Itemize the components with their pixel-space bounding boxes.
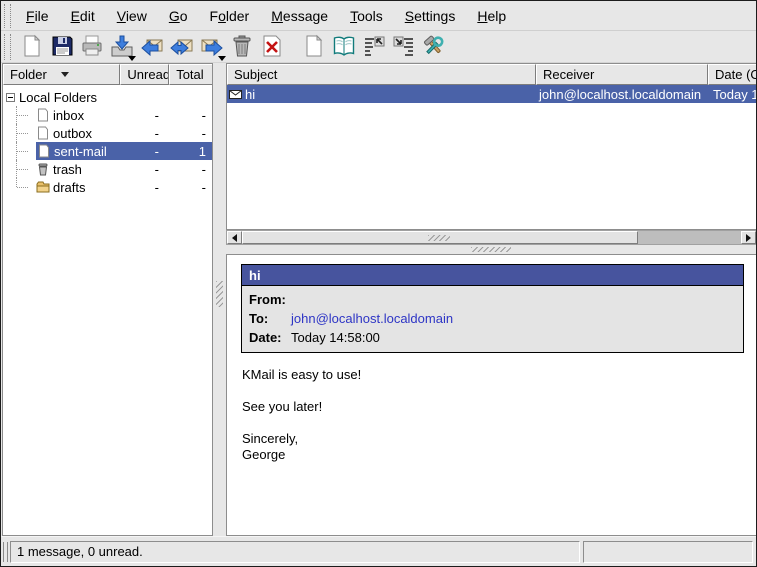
horizontal-splitter[interactable] <box>226 245 757 254</box>
date-column-header[interactable]: Date (O <box>708 64 757 85</box>
folder-list-header: Folder Unread Total <box>3 64 212 85</box>
list-arrow-in-button[interactable] <box>389 33 419 61</box>
page-icon <box>36 126 50 140</box>
scroll-left-button[interactable] <box>227 231 242 244</box>
arrow-left-icon <box>232 234 237 242</box>
message-header-box: hi From: To:john@localhost.localdomain D… <box>241 264 744 353</box>
print-icon <box>80 34 104 61</box>
kmail-window: File Edit View Go Folder Message Tools S… <box>0 0 757 567</box>
folder-icon <box>36 180 50 194</box>
check-mail-button[interactable] <box>107 33 137 61</box>
to-label: To: <box>242 309 291 328</box>
date-value: Today 14:58:00 <box>291 328 380 347</box>
folder-row-drafts[interactable]: drafts - - <box>3 178 212 196</box>
menu-tools[interactable]: Tools <box>339 2 394 30</box>
receiver-column-header[interactable]: Receiver <box>536 64 708 85</box>
list-arrow-out-icon <box>362 34 386 61</box>
page-icon <box>36 108 50 122</box>
list-arrow-out-button[interactable] <box>359 33 389 61</box>
folder-pane: Folder Unread Total Local Folders inbox … <box>2 63 213 536</box>
menu-settings[interactable]: Settings <box>394 2 467 30</box>
menu-folder[interactable]: Folder <box>199 2 261 30</box>
status-secondary <box>583 541 753 563</box>
trash-icon <box>36 162 50 176</box>
folder-tree: Local Folders inbox - - outbox - - sent-… <box>3 85 212 196</box>
envelope-icon <box>229 89 242 100</box>
address-book-button[interactable] <box>329 33 359 61</box>
horizontal-scrollbar[interactable] <box>226 230 757 245</box>
new-message-button[interactable] <box>17 33 47 61</box>
reply-all-icon <box>170 34 194 61</box>
menu-edit[interactable]: Edit <box>60 2 106 30</box>
sort-arrow-icon <box>61 72 69 77</box>
folder-row-inbox[interactable]: inbox - - <box>3 106 212 124</box>
check-mail-dropdown-caret[interactable] <box>128 56 136 61</box>
save-icon <box>50 34 74 61</box>
message-subject-title: hi <box>242 265 743 286</box>
vertical-splitter[interactable] <box>213 63 226 536</box>
reply-button[interactable] <box>137 33 167 61</box>
list-arrow-in-icon <box>392 34 416 61</box>
menu-help[interactable]: Help <box>466 2 517 30</box>
configure-icon <box>422 34 446 61</box>
menu-file[interactable]: File <box>15 2 60 30</box>
delete-button[interactable] <box>257 33 287 61</box>
delete-icon <box>260 34 284 61</box>
menu-view[interactable]: View <box>106 2 158 30</box>
to-address-link[interactable]: john@localhost.localdomain <box>291 309 453 328</box>
message-preview-pane: hi From: To:john@localhost.localdomain D… <box>226 254 757 536</box>
folder-column-header[interactable]: Folder <box>3 64 120 85</box>
move-to-trash-button[interactable] <box>227 33 257 61</box>
new-note-button[interactable] <box>299 33 329 61</box>
from-label: From: <box>242 290 291 309</box>
main-toolbar <box>1 32 756 63</box>
statusbar-grip[interactable] <box>3 542 8 562</box>
splitter-grip[interactable] <box>216 281 223 307</box>
folder-row-trash[interactable]: trash - - <box>3 160 212 178</box>
print-button[interactable] <box>77 33 107 61</box>
status-message: 1 message, 0 unread. <box>10 541 580 563</box>
configure-button[interactable] <box>419 33 449 61</box>
new-note-icon <box>302 34 326 61</box>
forward-button[interactable] <box>197 33 227 61</box>
total-column-header[interactable]: Total <box>169 64 212 85</box>
menubar-drag-handle[interactable] <box>4 4 11 28</box>
status-bar: 1 message, 0 unread. <box>1 536 756 566</box>
reply-all-button[interactable] <box>167 33 197 61</box>
splitter-grip[interactable] <box>471 247 511 252</box>
message-row[interactable]: hi john@localhost.localdomain Today 14 <box>227 85 757 103</box>
save-button[interactable] <box>47 33 77 61</box>
forward-dropdown-caret[interactable] <box>218 56 226 61</box>
scrollbar-track[interactable] <box>638 231 741 244</box>
scroll-right-button[interactable] <box>741 231 756 244</box>
menu-bar: File Edit View Go Folder Message Tools S… <box>1 1 756 31</box>
folder-row-sent-mail[interactable]: sent-mail - 1 <box>3 142 212 160</box>
address-book-icon <box>332 34 356 61</box>
move-to-trash-icon <box>230 34 254 61</box>
date-label: Date: <box>242 328 291 347</box>
arrow-right-icon <box>746 234 751 242</box>
unread-column-header[interactable]: Unread <box>120 64 169 85</box>
menu-go[interactable]: Go <box>158 2 199 30</box>
message-body: KMail is easy to use! See you later! Sin… <box>242 367 747 463</box>
folder-row-local-folders[interactable]: Local Folders <box>3 88 212 106</box>
new-message-icon <box>20 34 44 61</box>
toolbar-drag-handle[interactable] <box>4 34 11 60</box>
reply-icon <box>140 34 164 61</box>
subject-column-header[interactable]: Subject <box>227 64 536 85</box>
scrollbar-thumb[interactable] <box>242 231 638 244</box>
menu-message[interactable]: Message <box>260 2 339 30</box>
message-list-header: Subject Receiver Date (O <box>227 64 757 85</box>
message-list-pane: Subject Receiver Date (O hi john@localho… <box>226 63 757 230</box>
folder-row-outbox[interactable]: outbox - - <box>3 124 212 142</box>
collapse-expander-icon[interactable] <box>6 93 15 102</box>
page-icon <box>37 144 51 158</box>
